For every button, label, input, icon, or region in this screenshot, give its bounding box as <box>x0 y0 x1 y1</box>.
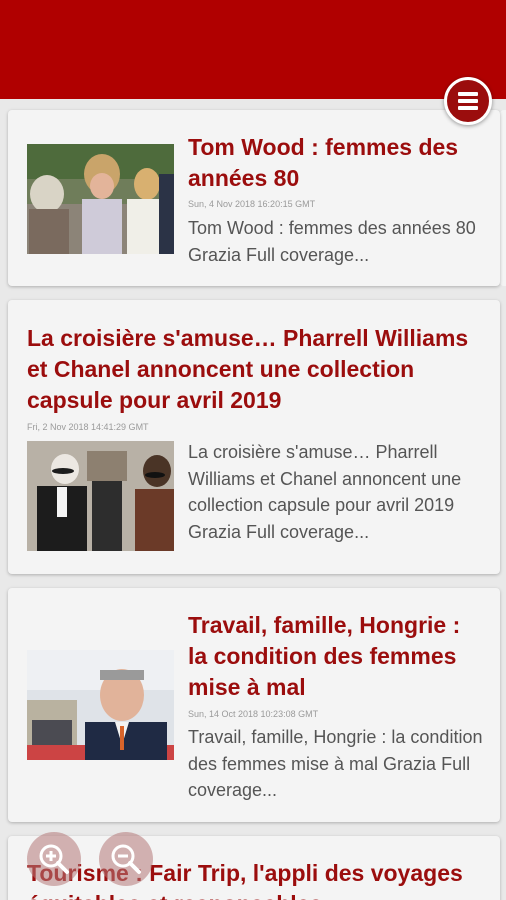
menu-button[interactable] <box>444 77 492 125</box>
top-app-bar <box>0 0 506 99</box>
article-description: Travail, famille, Hongrie : la condition… <box>188 727 483 800</box>
zoom-in-icon <box>39 844 69 874</box>
article-thumbnail <box>27 650 174 760</box>
article-date: Fri, 2 Nov 2018 14:41:29 GMT <box>27 422 149 432</box>
article-date: Sun, 4 Nov 2018 16:20:15 GMT <box>188 199 316 209</box>
article-date: Sun, 14 Oct 2018 10:23:08 GMT <box>188 709 319 719</box>
zoom-out-icon <box>111 844 141 874</box>
article-card[interactable]: Tom Wood : femmes des années 80 Sun, 4 N… <box>8 110 500 286</box>
article-description: Tom Wood : femmes des années 80 Grazia F… <box>188 218 476 265</box>
article-title[interactable]: Tom Wood : femmes des années 80 <box>188 132 483 194</box>
article-title[interactable]: La croisière s'amuse… Pharrell Williams … <box>27 323 487 416</box>
zoom-out-button[interactable] <box>99 832 153 886</box>
article-thumbnail <box>27 144 174 254</box>
article-thumbnail <box>27 441 174 551</box>
article-card[interactable]: La croisière s'amuse… Pharrell Williams … <box>8 300 500 574</box>
article-title[interactable]: Tourisme : Fair Trip, l'appli des voyage… <box>27 858 487 900</box>
article-description: La croisière s'amuse… Pharrell Williams … <box>188 442 462 542</box>
article-title[interactable]: Travail, famille, Hongrie : la condition… <box>188 610 483 703</box>
article-card[interactable]: Travail, famille, Hongrie : la condition… <box>8 588 500 822</box>
article-card[interactable]: Tourisme : Fair Trip, l'appli des voyage… <box>8 836 500 900</box>
hamburger-menu-icon <box>458 92 478 96</box>
adjacent-card-edge <box>500 110 506 286</box>
zoom-in-button[interactable] <box>27 832 81 886</box>
